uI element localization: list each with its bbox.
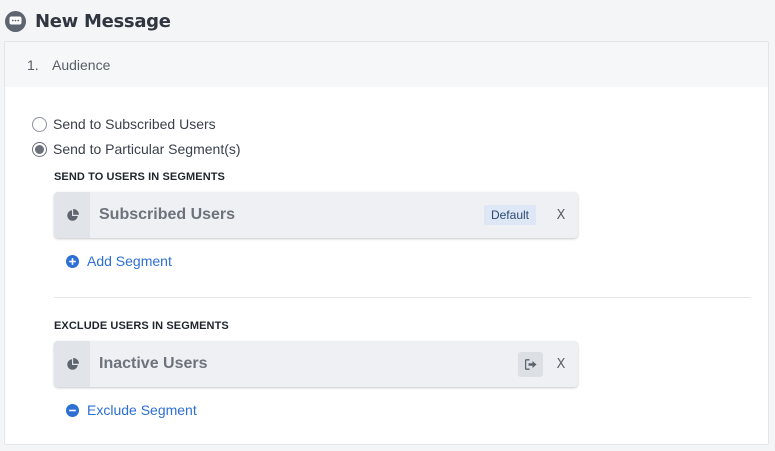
radio-particular-segments[interactable]: Send to Particular Segment(s) (32, 141, 241, 157)
radio-subscribed-users[interactable]: Send to Subscribed Users (32, 116, 216, 132)
pie-chart-icon (54, 341, 90, 387)
step-number: 1. (27, 56, 39, 73)
segment-chip-inactive: Inactive Users X (54, 341, 578, 387)
add-segment-label: Add Segment (87, 253, 172, 269)
remove-segment-button[interactable]: X (556, 357, 566, 372)
page-title: New Message (35, 10, 171, 32)
remove-segment-button[interactable]: X (556, 208, 566, 223)
plus-circle-icon (66, 254, 79, 268)
audience-panel: 1. Audience Send to Subscribed Users Sen… (4, 41, 769, 445)
chat-bubble-icon (5, 10, 26, 32)
exclude-segment-button[interactable]: Exclude Segment (66, 402, 197, 418)
minus-circle-icon (66, 403, 79, 417)
radio-button-checked[interactable] (32, 141, 47, 157)
radio-button-unchecked[interactable] (32, 116, 47, 132)
add-segment-button[interactable]: Add Segment (66, 253, 172, 269)
exclude-toggle-button[interactable] (518, 351, 543, 377)
step-title: Audience (52, 56, 111, 73)
step-header[interactable]: 1. Audience (5, 42, 768, 87)
exit-arrow-icon (524, 358, 536, 370)
segment-name: Subscribed Users (99, 206, 236, 223)
default-badge: Default (483, 205, 536, 225)
segment-name: Inactive Users (99, 355, 208, 372)
pie-chart-icon (54, 192, 90, 238)
segment-chip-subscribed: Subscribed Users Default X (54, 192, 578, 238)
radio-label: Send to Subscribed Users (53, 116, 216, 132)
exclude-section-label: EXCLUDE USERS IN SEGMENTS (54, 320, 229, 332)
radio-label: Send to Particular Segment(s) (53, 141, 241, 157)
section-divider (54, 297, 751, 298)
send-section-label: SEND TO USERS IN SEGMENTS (54, 171, 225, 183)
page-header: New Message (0, 0, 775, 42)
exclude-segment-label: Exclude Segment (87, 402, 197, 418)
